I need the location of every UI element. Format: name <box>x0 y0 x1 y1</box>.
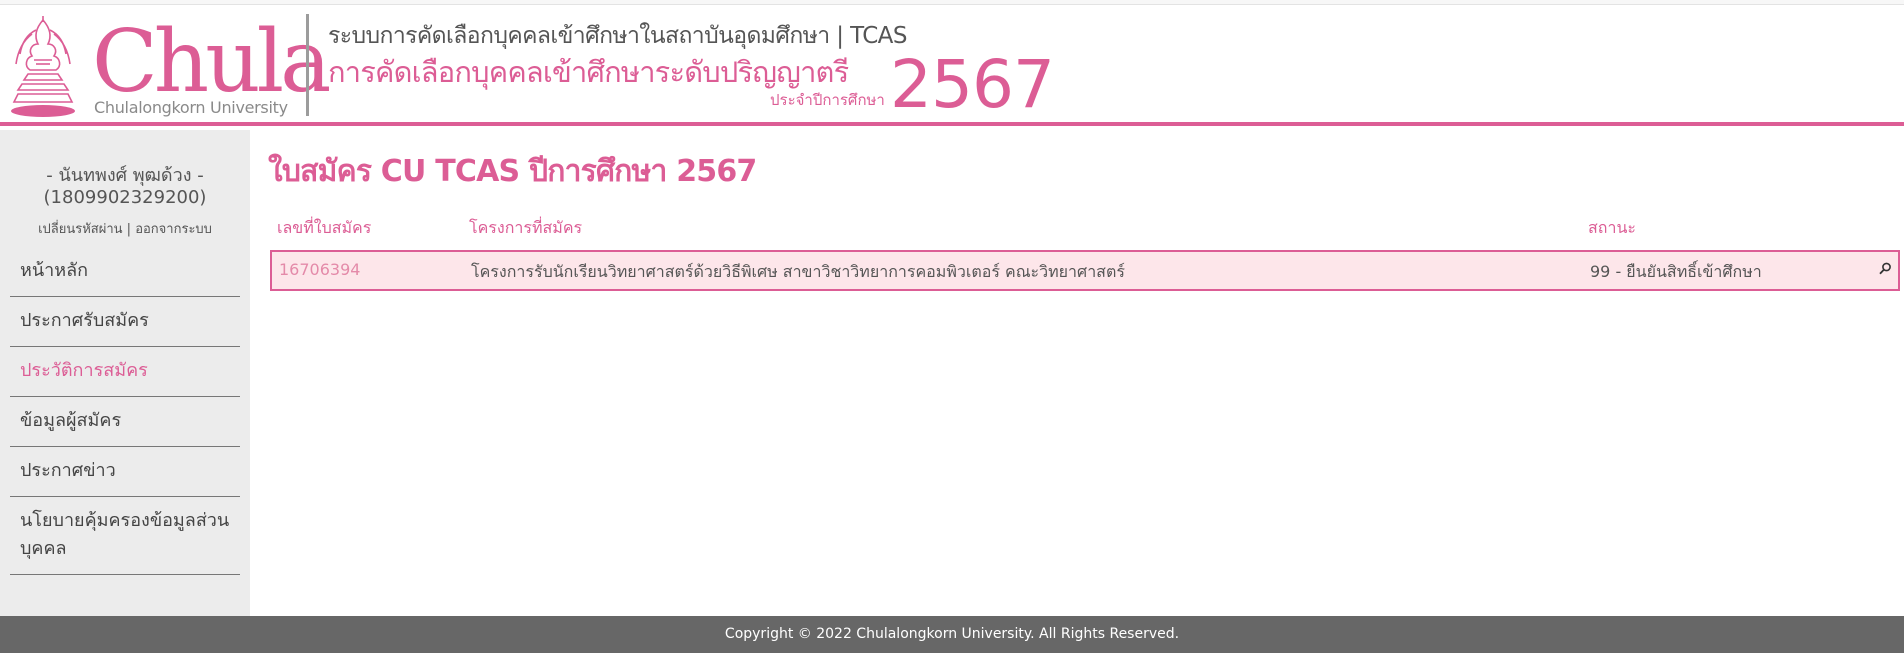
sidebar-item-news[interactable]: ประกาศข่าว <box>10 447 240 497</box>
logo-wordmark: Chula <box>92 12 331 112</box>
sidebar: - นันทพงศ์ พุฒด้วง - (1809902329200) เปล… <box>0 130 250 616</box>
link-separator: | <box>122 222 136 237</box>
top-strip <box>0 0 1904 5</box>
column-header-status: สถานะ <box>1588 218 1636 237</box>
site-header: Chula Chulalongkorn University ระบบการคั… <box>0 6 1904 126</box>
sidebar-item-privacy-policy[interactable]: นโยบายคุ้มครองข้อมูลส่วนบุคคล <box>10 497 240 575</box>
sidebar-item-home[interactable]: หน้าหลัก <box>10 247 240 297</box>
user-name: - นันทพงศ์ พุฒด้วง - <box>46 165 204 186</box>
logout-link[interactable]: ออกจากระบบ <box>135 222 212 237</box>
status-text: 99 - ยืนยันสิทธิ์เข้าศึกษา <box>1590 262 1762 281</box>
application-number[interactable]: 16706394 <box>279 260 360 279</box>
sidebar-menu: หน้าหลัก ประกาศรับสมัคร ประวัติการสมัคร … <box>10 247 240 575</box>
sidebar-item-announcements[interactable]: ประกาศรับสมัคร <box>10 297 240 347</box>
user-links: เปลี่ยนรหัสผ่าน | ออกจากระบบ <box>0 218 250 239</box>
change-password-link[interactable]: เปลี่ยนรหัสผ่าน <box>38 222 122 237</box>
column-header-program: โครงการที่สมัคร <box>469 218 583 237</box>
column-header-app-no: เลขที่ใบสมัคร <box>277 218 372 237</box>
magnifier-icon[interactable] <box>1878 261 1892 277</box>
header-academic-year-label: ประจำปีการศึกษา <box>770 91 885 109</box>
chula-logo[interactable]: Chula Chulalongkorn University <box>8 14 331 120</box>
page-title: ใบสมัคร CU TCAS ปีการศึกษา 2567 <box>268 154 757 189</box>
program-name: โครงการรับนักเรียนวิทยาศาสตร์ด้วยวิธีพิเ… <box>471 262 1125 281</box>
header-divider <box>306 14 309 116</box>
phra-kiao-seal-icon <box>11 16 75 117</box>
sidebar-item-applicant-info[interactable]: ข้อมูลผู้สมัคร <box>10 397 240 447</box>
table-row[interactable]: 16706394 โครงการรับนักเรียนวิทยาศาสตร์ด้… <box>270 250 1900 291</box>
sidebar-item-application-history[interactable]: ประวัติการสมัคร <box>10 347 240 397</box>
user-id: (1809902329200) <box>43 187 207 208</box>
logo-subtitle: Chulalongkorn University <box>94 98 288 117</box>
footer: Copyright © 2022 Chulalongkorn Universit… <box>0 616 1904 653</box>
header-year: 2567 <box>890 46 1055 123</box>
copyright-text: Copyright © 2022 Chulalongkorn Universit… <box>724 626 1180 642</box>
